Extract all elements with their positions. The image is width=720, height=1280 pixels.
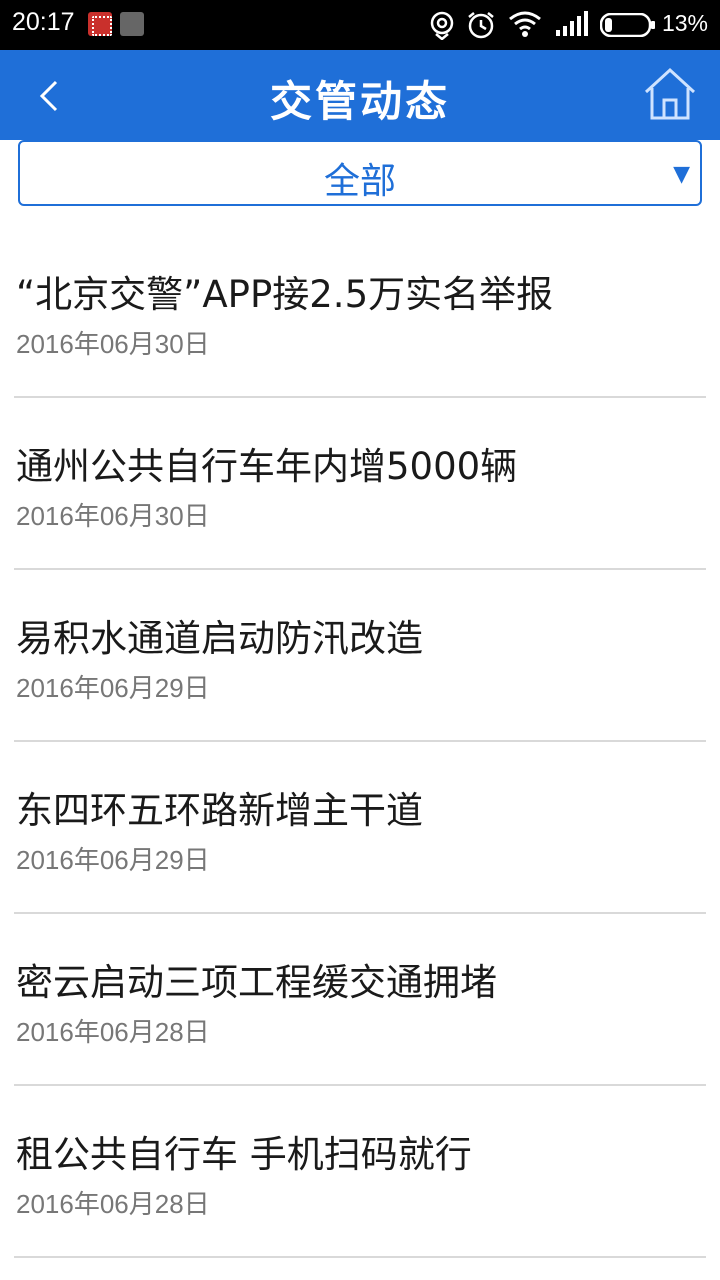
- news-item[interactable]: 易积水通道启动防汛改造 2016年06月29日: [14, 570, 706, 742]
- news-title: 东四环五环路新增主干道: [16, 789, 423, 832]
- news-list: “北京交警”APP接2.5万实名举报 2016年06月30日 通州公共自行车年内…: [14, 226, 706, 1258]
- home-icon: [644, 67, 696, 120]
- news-title: 密云启动三项工程缓交通拥堵: [16, 961, 497, 1004]
- dropdown-arrow-icon: ▼: [673, 162, 690, 187]
- sync-icon: [430, 11, 454, 40]
- battery-icon: [600, 13, 655, 37]
- news-item[interactable]: “北京交警”APP接2.5万实名举报 2016年06月30日: [14, 226, 706, 398]
- alarm-icon: [468, 12, 494, 39]
- status-time: 20:17: [12, 8, 75, 36]
- news-title: “北京交警”APP接2.5万实名举报: [16, 273, 554, 316]
- news-title: 租公共自行车 手机扫码就行: [16, 1133, 472, 1176]
- news-item[interactable]: 东四环五环路新增主干道 2016年06月29日: [14, 742, 706, 914]
- signal-icon: [556, 11, 588, 36]
- news-date: 2016年06月28日: [16, 1017, 210, 1047]
- filter-selected-value: 全部: [323, 161, 396, 202]
- page-title: 交管动态: [269, 77, 450, 126]
- app-notification-icon: [88, 12, 112, 36]
- news-title: 易积水通道启动防汛改造: [16, 617, 423, 660]
- battery-percent: 13%: [661, 10, 708, 36]
- news-item[interactable]: 通州公共自行车年内增5000辆 2016年06月30日: [14, 398, 706, 570]
- news-date: 2016年06月29日: [16, 845, 210, 875]
- news-item[interactable]: 租公共自行车 手机扫码就行 2016年06月28日: [14, 1086, 706, 1258]
- status-bar: 20:17 13%: [0, 0, 720, 50]
- title-bar: 交管动态: [0, 50, 720, 140]
- news-item[interactable]: 密云启动三项工程缓交通拥堵 2016年06月28日: [14, 914, 706, 1086]
- news-date: 2016年06月29日: [16, 673, 210, 703]
- news-date: 2016年06月28日: [16, 1189, 210, 1219]
- news-date: 2016年06月30日: [16, 329, 210, 359]
- app-notification-icon: [120, 12, 144, 36]
- home-button[interactable]: [642, 64, 698, 124]
- wifi-icon: [509, 11, 541, 37]
- news-title: 通州公共自行车年内增5000辆: [16, 445, 518, 488]
- news-date: 2016年06月30日: [16, 501, 210, 531]
- category-filter-select[interactable]: 全部 ▼: [18, 140, 702, 206]
